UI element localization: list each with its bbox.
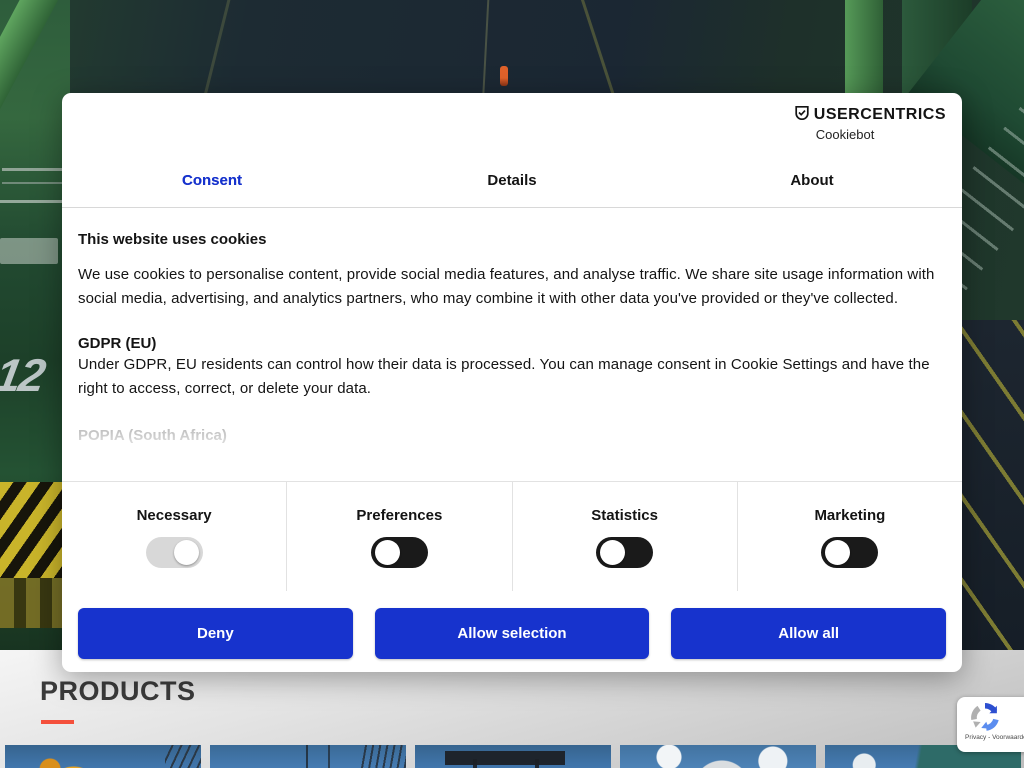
recaptcha-privacy-terms-link[interactable]: Privacy - Voorwaarden <box>965 734 1024 741</box>
category-preferences: Preferences <box>286 482 511 591</box>
brand-product: Cookiebot <box>816 127 875 142</box>
usercentrics-shield-icon <box>794 105 810 126</box>
allow-all-button[interactable]: Allow all <box>671 608 946 659</box>
cookies-heading: This website uses cookies <box>78 231 945 248</box>
preferences-toggle[interactable] <box>371 537 428 568</box>
category-label: Necessary <box>137 507 212 524</box>
category-label: Marketing <box>814 507 885 524</box>
product-thumbnail-clouds-structure[interactable] <box>620 745 816 768</box>
product-thumbnail-crane-hook[interactable] <box>5 745 201 768</box>
usercentrics-brand: USERCENTRICS Cookiebot <box>794 105 946 142</box>
recaptcha-badge[interactable]: Privacy - Voorwaarden <box>957 697 1024 752</box>
dialog-header: USERCENTRICS Cookiebot <box>62 93 962 153</box>
screen: 12 PRODUCTS <box>0 0 1024 768</box>
product-thumbnail-gantry-crane[interactable] <box>415 745 611 768</box>
tab-details[interactable]: Details <box>362 153 662 207</box>
dock-road-markings <box>958 320 1024 655</box>
cookie-consent-dialog: USERCENTRICS Cookiebot Consent Details A… <box>62 93 962 672</box>
brand-name: USERCENTRICS <box>814 106 946 124</box>
product-thumbnail-mast-rigging[interactable] <box>210 745 406 768</box>
toggle-knob <box>825 540 850 565</box>
category-marketing: Marketing <box>737 482 962 591</box>
necessary-toggle[interactable] <box>146 537 203 568</box>
consent-buttons: Deny Allow selection Allow all <box>62 591 962 672</box>
gdpr-heading: GDPR (EU) <box>78 335 945 352</box>
category-label: Preferences <box>356 507 442 524</box>
category-label: Statistics <box>591 507 658 524</box>
category-necessary: Necessary <box>62 482 286 591</box>
toggle-knob <box>600 540 625 565</box>
popia-heading-faded: POPIA (South Africa) <box>78 427 945 444</box>
yellow-machinery <box>0 578 64 628</box>
recaptcha-logo-icon <box>970 702 1000 732</box>
gdpr-text: Under GDPR, EU residents can control how… <box>78 353 945 401</box>
hazard-stripes <box>0 482 64 578</box>
tab-consent[interactable]: Consent <box>62 153 362 207</box>
marketing-toggle[interactable] <box>821 537 878 568</box>
statistics-toggle[interactable] <box>596 537 653 568</box>
worker-figure <box>500 66 508 86</box>
crane-platform <box>0 238 58 264</box>
title-underline-accent <box>41 720 74 724</box>
category-statistics: Statistics <box>512 482 737 591</box>
toggle-knob <box>375 540 400 565</box>
toggle-knob <box>174 540 199 565</box>
cookies-intro-text: We use cookies to personalise content, p… <box>78 263 945 311</box>
crane-railing <box>0 200 64 203</box>
consent-scroll-area[interactable]: This website uses cookies We use cookies… <box>62 208 962 481</box>
allow-selection-button[interactable]: Allow selection <box>375 608 650 659</box>
product-thumbnail-row <box>5 745 1021 768</box>
products-section-title: PRODUCTS <box>40 676 196 707</box>
cookie-category-toggles: Necessary Preferences Statistics Marketi… <box>62 481 962 591</box>
crane-railing <box>2 182 62 184</box>
crane-pillar <box>845 0 883 96</box>
tab-about[interactable]: About <box>662 153 962 207</box>
dialog-tabs: Consent Details About <box>62 153 962 208</box>
deny-button[interactable]: Deny <box>78 608 353 659</box>
crane-railing <box>2 168 64 171</box>
